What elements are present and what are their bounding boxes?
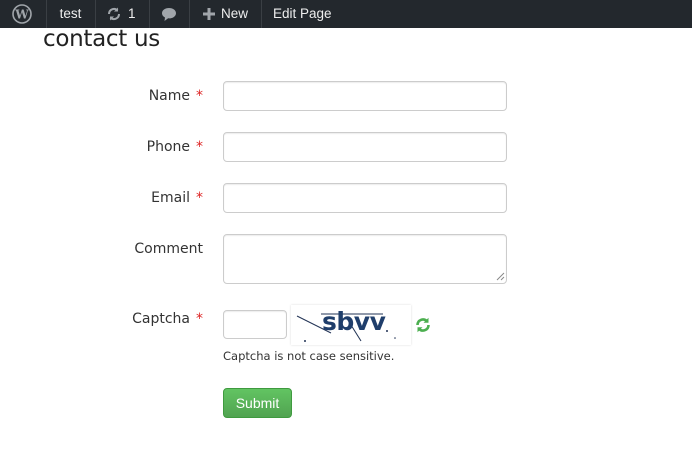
captcha-hint: Captcha is not case sensitive. xyxy=(223,349,395,363)
name-input[interactable] xyxy=(223,81,507,111)
phone-input[interactable] xyxy=(223,132,507,162)
resize-grip-icon[interactable] xyxy=(496,272,505,281)
required-marker: * xyxy=(196,88,203,104)
email-label: Email * xyxy=(151,190,203,206)
submit-button[interactable]: Submit xyxy=(223,388,292,418)
updates-count: 1 xyxy=(128,6,136,21)
required-marker: * xyxy=(196,139,203,155)
site-name-link[interactable]: test xyxy=(46,0,95,28)
new-content-link[interactable]: New xyxy=(189,0,261,28)
plus-icon xyxy=(203,8,215,20)
comments-link[interactable] xyxy=(149,0,189,28)
comment-label: Comment xyxy=(134,241,203,257)
captcha-code: sbvv xyxy=(322,307,386,336)
name-label-text: Name xyxy=(148,88,190,104)
new-label: New xyxy=(221,6,249,21)
svg-text:W: W xyxy=(14,8,29,22)
captcha-label-text: Captcha xyxy=(132,311,190,327)
email-input[interactable] xyxy=(223,183,507,213)
captcha-label: Captcha * xyxy=(132,311,203,327)
email-label-text: Email xyxy=(151,190,190,206)
page-title: contact us xyxy=(43,26,160,52)
comment-textarea[interactable] xyxy=(223,234,507,284)
name-label: Name * xyxy=(149,88,203,104)
admin-bar: W test 1 New Edit Page xyxy=(0,0,692,28)
comment-bubble-icon xyxy=(162,8,176,21)
phone-label-text: Phone xyxy=(146,139,190,155)
edit-page-label: Edit Page xyxy=(273,6,332,21)
required-marker: * xyxy=(196,311,203,327)
phone-label: Phone * xyxy=(147,139,203,155)
wordpress-logo-icon: W xyxy=(12,4,32,24)
required-marker: * xyxy=(196,190,203,206)
updates-icon xyxy=(107,7,121,21)
captcha-input[interactable] xyxy=(223,310,287,339)
comment-label-text: Comment xyxy=(134,241,203,257)
refresh-captcha-icon[interactable] xyxy=(414,316,432,334)
updates-link[interactable]: 1 xyxy=(95,0,149,28)
wordpress-menu[interactable]: W xyxy=(0,0,46,28)
edit-page-link[interactable]: Edit Page xyxy=(261,0,343,28)
